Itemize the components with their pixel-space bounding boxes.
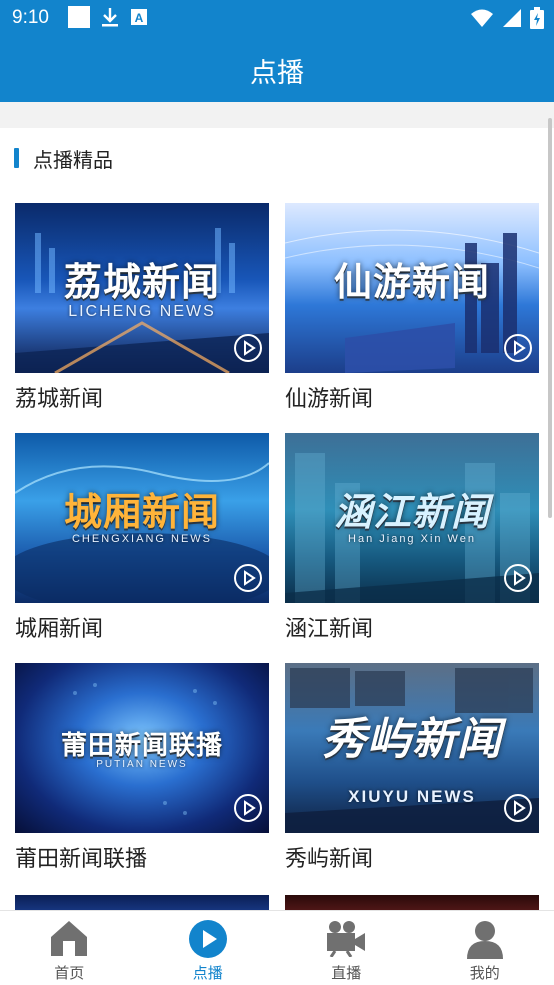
play-icon[interactable] <box>233 333 263 367</box>
video-thumbnail[interactable]: 莆田新闻联播 PUTIAN NEWS <box>15 663 269 833</box>
user-icon <box>465 919 505 963</box>
video-title[interactable]: 仙游新闻 <box>285 385 539 415</box>
video-card-partial[interactable] <box>15 895 269 910</box>
play-circle-icon <box>188 919 228 963</box>
battery-icon <box>530 7 544 29</box>
scrollbar[interactable] <box>548 118 552 518</box>
play-icon[interactable] <box>503 333 533 367</box>
notification-square-icon <box>68 6 90 28</box>
content-area[interactable]: 点播精品 荔城新闻 LICHENG NEWS 荔城新闻 <box>0 128 554 910</box>
video-thumbnail[interactable]: 仙游新闻 <box>285 203 539 373</box>
video-thumbnail[interactable]: 荔城新闻 LICHENG NEWS <box>15 203 269 373</box>
play-icon[interactable] <box>233 563 263 597</box>
app-bar: 点播 <box>0 36 554 102</box>
video-card[interactable]: 城厢新闻 CHENGXIANG NEWS 城厢新闻 <box>15 433 269 645</box>
svg-text:A: A <box>135 11 144 25</box>
video-thumbnail[interactable] <box>285 895 539 910</box>
tab-vod[interactable]: 点播 <box>139 911 278 985</box>
thumbnail-subtitle: Han Jiang Xin Wen <box>285 533 539 545</box>
status-time: 9:10 <box>12 7 49 29</box>
section-header: 点播精品 <box>14 144 113 172</box>
section-title: 点播精品 <box>33 144 113 173</box>
video-card[interactable]: 荔城新闻 LICHENG NEWS 荔城新闻 <box>15 203 269 415</box>
tab-label: 我的 <box>416 962 554 983</box>
video-thumbnail[interactable]: 涵江新闻 Han Jiang Xin Wen <box>285 433 539 603</box>
thumbnail-subtitle: LICHENG NEWS <box>15 303 269 321</box>
thumbnail-logo-text: 秀屿新闻 <box>285 703 539 767</box>
thumbnail-logo-text: 涵江新闻 <box>285 481 539 536</box>
thumbnail-logo-text: 莆田新闻联播 <box>15 725 269 762</box>
section-accent-bar <box>14 148 19 168</box>
thumbnail-subtitle: XIUYU NEWS <box>285 787 539 807</box>
thumbnail-logo-text: 城厢新闻 <box>15 481 269 536</box>
a-badge-icon: A <box>130 7 148 27</box>
page-title: 点播 <box>0 51 554 90</box>
play-icon[interactable] <box>503 563 533 597</box>
bottom-tab-bar: 首页 点播 直播 我的 <box>0 910 554 985</box>
video-card[interactable]: 仙游新闻 仙游新闻 <box>285 203 539 415</box>
status-bar: 9:10 A <box>0 0 554 36</box>
tab-label: 首页 <box>0 962 139 983</box>
tab-label: 直播 <box>277 962 416 983</box>
home-icon <box>49 919 89 961</box>
video-card[interactable]: 涵江新闻 Han Jiang Xin Wen 涵江新闻 <box>285 433 539 645</box>
video-title[interactable]: 涵江新闻 <box>285 615 539 645</box>
video-title[interactable]: 莆田新闻联播 <box>15 845 269 875</box>
play-icon[interactable] <box>233 793 263 827</box>
video-title[interactable]: 荔城新闻 <box>15 385 269 415</box>
video-camera-icon <box>325 919 367 961</box>
signal-icon <box>502 8 522 28</box>
tab-live[interactable]: 直播 <box>277 911 416 985</box>
video-card[interactable]: 莆田新闻联播 PUTIAN NEWS 莆田新闻联播 <box>15 663 269 875</box>
thumbnail-subtitle: PUTIAN NEWS <box>15 759 269 770</box>
thumbnail-logo-text: 仙游新闻 <box>285 251 539 306</box>
video-thumbnail[interactable] <box>15 895 269 910</box>
thumbnail-logo-text: 荔城新闻 <box>15 251 269 306</box>
tab-me[interactable]: 我的 <box>416 911 554 985</box>
play-icon[interactable] <box>503 793 533 827</box>
video-title[interactable]: 秀屿新闻 <box>285 845 539 875</box>
video-thumbnail[interactable]: 秀屿新闻 XIUYU NEWS <box>285 663 539 833</box>
download-icon <box>100 6 120 28</box>
video-thumbnail[interactable]: 城厢新闻 CHENGXIANG NEWS <box>15 433 269 603</box>
wifi-icon <box>470 8 494 28</box>
video-card[interactable]: 秀屿新闻 XIUYU NEWS 秀屿新闻 <box>285 663 539 875</box>
video-card-partial[interactable] <box>285 895 539 910</box>
thumbnail-subtitle: CHENGXIANG NEWS <box>15 533 269 545</box>
tab-label: 点播 <box>139 962 278 983</box>
video-title[interactable]: 城厢新闻 <box>15 615 269 645</box>
tab-home[interactable]: 首页 <box>0 911 139 985</box>
